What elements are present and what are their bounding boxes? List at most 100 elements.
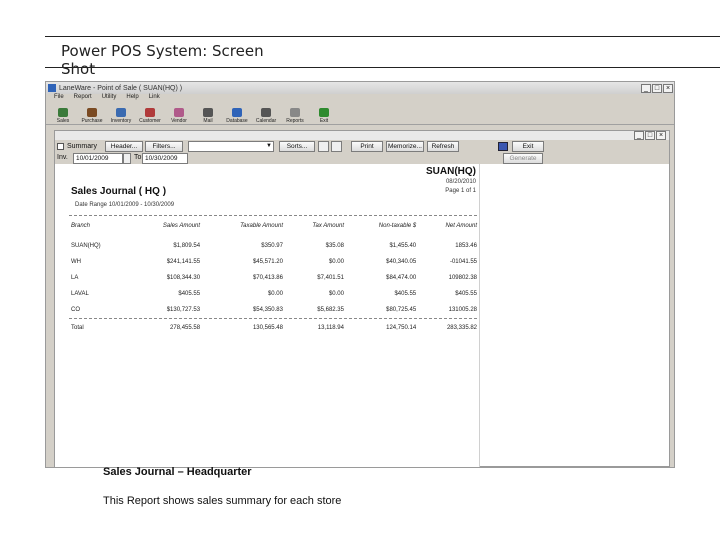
print-button[interactable]: Print bbox=[351, 141, 383, 152]
menu-report[interactable]: Report bbox=[74, 94, 92, 103]
amount-cell: $405.55 bbox=[178, 291, 201, 297]
memorize-button[interactable]: Memorize... bbox=[386, 141, 424, 152]
amount-cell: $405.55 bbox=[455, 291, 477, 297]
date-to-input[interactable]: 10/30/2009 bbox=[142, 153, 188, 164]
generate-button[interactable]: Generate bbox=[503, 153, 543, 164]
report-store-name: SUAN(HQ) bbox=[426, 166, 476, 177]
menu-utility[interactable]: Utility bbox=[102, 94, 117, 103]
minimize-button[interactable]: _ bbox=[641, 83, 651, 93]
inv-label: Inv. bbox=[57, 154, 68, 161]
gear-icon[interactable] bbox=[318, 141, 329, 152]
date-from-input[interactable]: 10/01/2009 bbox=[73, 153, 123, 164]
person-icon bbox=[145, 108, 155, 117]
pos-app-window: LaneWare - Point of Sale ( SUAN(HQ) ) _ … bbox=[45, 81, 675, 468]
column-header: Sales Amount bbox=[162, 223, 201, 229]
main-toolbar: Sales Purchase Inventory Customer Vendor Mail… bbox=[46, 103, 674, 125]
amount-cell: $40,340.05 bbox=[386, 259, 417, 265]
toolbar-label: Inventory bbox=[110, 118, 132, 124]
amount-cell: $35.08 bbox=[325, 243, 344, 249]
amount-cell: $405.55 bbox=[394, 291, 417, 297]
amount-cell: 131005.28 bbox=[448, 307, 477, 313]
close-button[interactable]: × bbox=[663, 83, 673, 93]
refresh-button[interactable]: Refresh bbox=[427, 141, 459, 152]
column-header: Tax Amount bbox=[312, 223, 344, 229]
amount-cell: 13,118.94 bbox=[317, 325, 344, 331]
cart-icon bbox=[58, 108, 68, 117]
summary-label: Summary bbox=[67, 143, 97, 150]
report-maximize-button[interactable]: □ bbox=[645, 131, 655, 140]
amount-cell: $0.00 bbox=[267, 291, 283, 297]
branch-cell: Total bbox=[71, 325, 84, 331]
maximize-button[interactable]: □ bbox=[652, 83, 662, 93]
calendar-icon[interactable] bbox=[123, 153, 131, 164]
toolbar-label: Vendor bbox=[171, 118, 187, 124]
report-page: SUAN(HQ) 08/20/2010 Page 1 of 1 Sales Jo… bbox=[55, 164, 480, 467]
report-titlebar: _ □ × bbox=[55, 131, 669, 140]
toolbar-reports-button[interactable]: Reports bbox=[284, 104, 306, 124]
column-header: Taxable Amount bbox=[240, 223, 283, 229]
toolbar-exit-button[interactable]: Exit bbox=[313, 104, 335, 124]
total-divider bbox=[69, 318, 477, 319]
amount-cell: $350.97 bbox=[261, 243, 283, 249]
toolbar-purchase-button[interactable]: Purchase bbox=[81, 104, 103, 124]
toolbar-database-button[interactable]: Database bbox=[226, 104, 248, 124]
exit-icon[interactable] bbox=[498, 142, 508, 151]
report-page-number: Page 1 of 1 bbox=[445, 188, 476, 194]
app-window-title: LaneWare - Point of Sale ( SUAN(HQ) ) bbox=[59, 84, 183, 92]
report-minimize-button[interactable]: _ bbox=[634, 131, 644, 140]
amount-cell: -01041.55 bbox=[449, 259, 477, 265]
preview-icon[interactable] bbox=[331, 141, 342, 152]
branch-cell: WH bbox=[71, 259, 81, 265]
toolbar-label: Customer bbox=[139, 118, 161, 124]
toolbar-vendor-button[interactable]: Vendor bbox=[168, 104, 190, 124]
amount-cell: $5,682.35 bbox=[317, 307, 344, 313]
amount-cell: 1853.46 bbox=[455, 243, 477, 249]
toolbar-label: Database bbox=[226, 118, 248, 124]
table-row: LA $108,344.30 $70,413.86 $7,401.51 $84,474.… bbox=[71, 270, 477, 286]
exit-icon bbox=[319, 108, 329, 117]
table-body: SUAN(HQ) $1,809.54 $350.97 $35.08 $1,455.40 1… bbox=[71, 238, 477, 334]
table-row: CO $130,727.53 $54,350.83 $5,682.35 $80,725.… bbox=[71, 302, 477, 318]
toolbar-label: Mail bbox=[203, 118, 213, 124]
toolbar-label: Purchase bbox=[81, 118, 103, 124]
table-row: WH $241,141.55 $45,571.20 $0.00 $40,340.05 -0… bbox=[71, 254, 477, 270]
amount-cell: $241,141.55 bbox=[166, 259, 201, 265]
amount-cell: $0.00 bbox=[328, 259, 344, 265]
toolbar-calendar-button[interactable]: Calendar bbox=[255, 104, 277, 124]
amount-cell: $108,344.30 bbox=[166, 275, 201, 281]
amount-cell: $130,727.53 bbox=[166, 307, 201, 313]
toolbar-customer-button[interactable]: Customer bbox=[139, 104, 161, 124]
branch-cell: SUAN(HQ) bbox=[71, 243, 101, 249]
exit-button[interactable]: Exit bbox=[512, 141, 544, 152]
slide-title: Power POS System: Screen Shot bbox=[61, 42, 264, 78]
toolbar-label: Exit bbox=[319, 118, 329, 124]
menu-link[interactable]: Link bbox=[149, 94, 160, 103]
summary-checkbox[interactable] bbox=[57, 143, 64, 150]
app-titlebar: LaneWare - Point of Sale ( SUAN(HQ) ) _ … bbox=[46, 82, 674, 94]
toolbar-sales-button[interactable]: Sales bbox=[52, 104, 74, 124]
table-row: SUAN(HQ) $1,809.54 $350.97 $35.08 $1,455.40 1… bbox=[71, 238, 477, 254]
column-header: Non-taxable $ bbox=[378, 223, 417, 229]
amount-cell: $80,725.45 bbox=[386, 307, 417, 313]
box-icon bbox=[116, 108, 126, 117]
toolbar-mail-button[interactable]: Mail bbox=[197, 104, 219, 124]
amount-cell: $0.00 bbox=[328, 291, 344, 297]
truck-icon bbox=[87, 108, 97, 117]
menu-file[interactable]: File bbox=[54, 94, 64, 103]
report-title: Sales Journal ( HQ ) bbox=[71, 186, 167, 197]
toolbar-inventory-button[interactable]: Inventory bbox=[110, 104, 132, 124]
filters-button[interactable]: Filters... bbox=[145, 141, 183, 152]
sorts-button[interactable]: Sorts... bbox=[279, 141, 315, 152]
report-select[interactable]: ▼ bbox=[188, 141, 274, 152]
menu-help[interactable]: Help bbox=[126, 94, 138, 103]
header-button[interactable]: Header... bbox=[105, 141, 143, 152]
calendar-icon bbox=[261, 108, 271, 117]
header-bottom-rule bbox=[45, 67, 720, 68]
amount-cell: $1,455.40 bbox=[389, 243, 417, 249]
amount-cell: $45,571.20 bbox=[252, 259, 283, 265]
amount-cell: 109802.38 bbox=[448, 275, 477, 281]
report-close-button[interactable]: × bbox=[656, 131, 666, 140]
sales-journal-window: _ □ × Summary Header... Filters... ▼ Sor… bbox=[54, 130, 670, 467]
header-top-rule bbox=[45, 36, 720, 37]
app-logo-icon bbox=[48, 84, 56, 92]
